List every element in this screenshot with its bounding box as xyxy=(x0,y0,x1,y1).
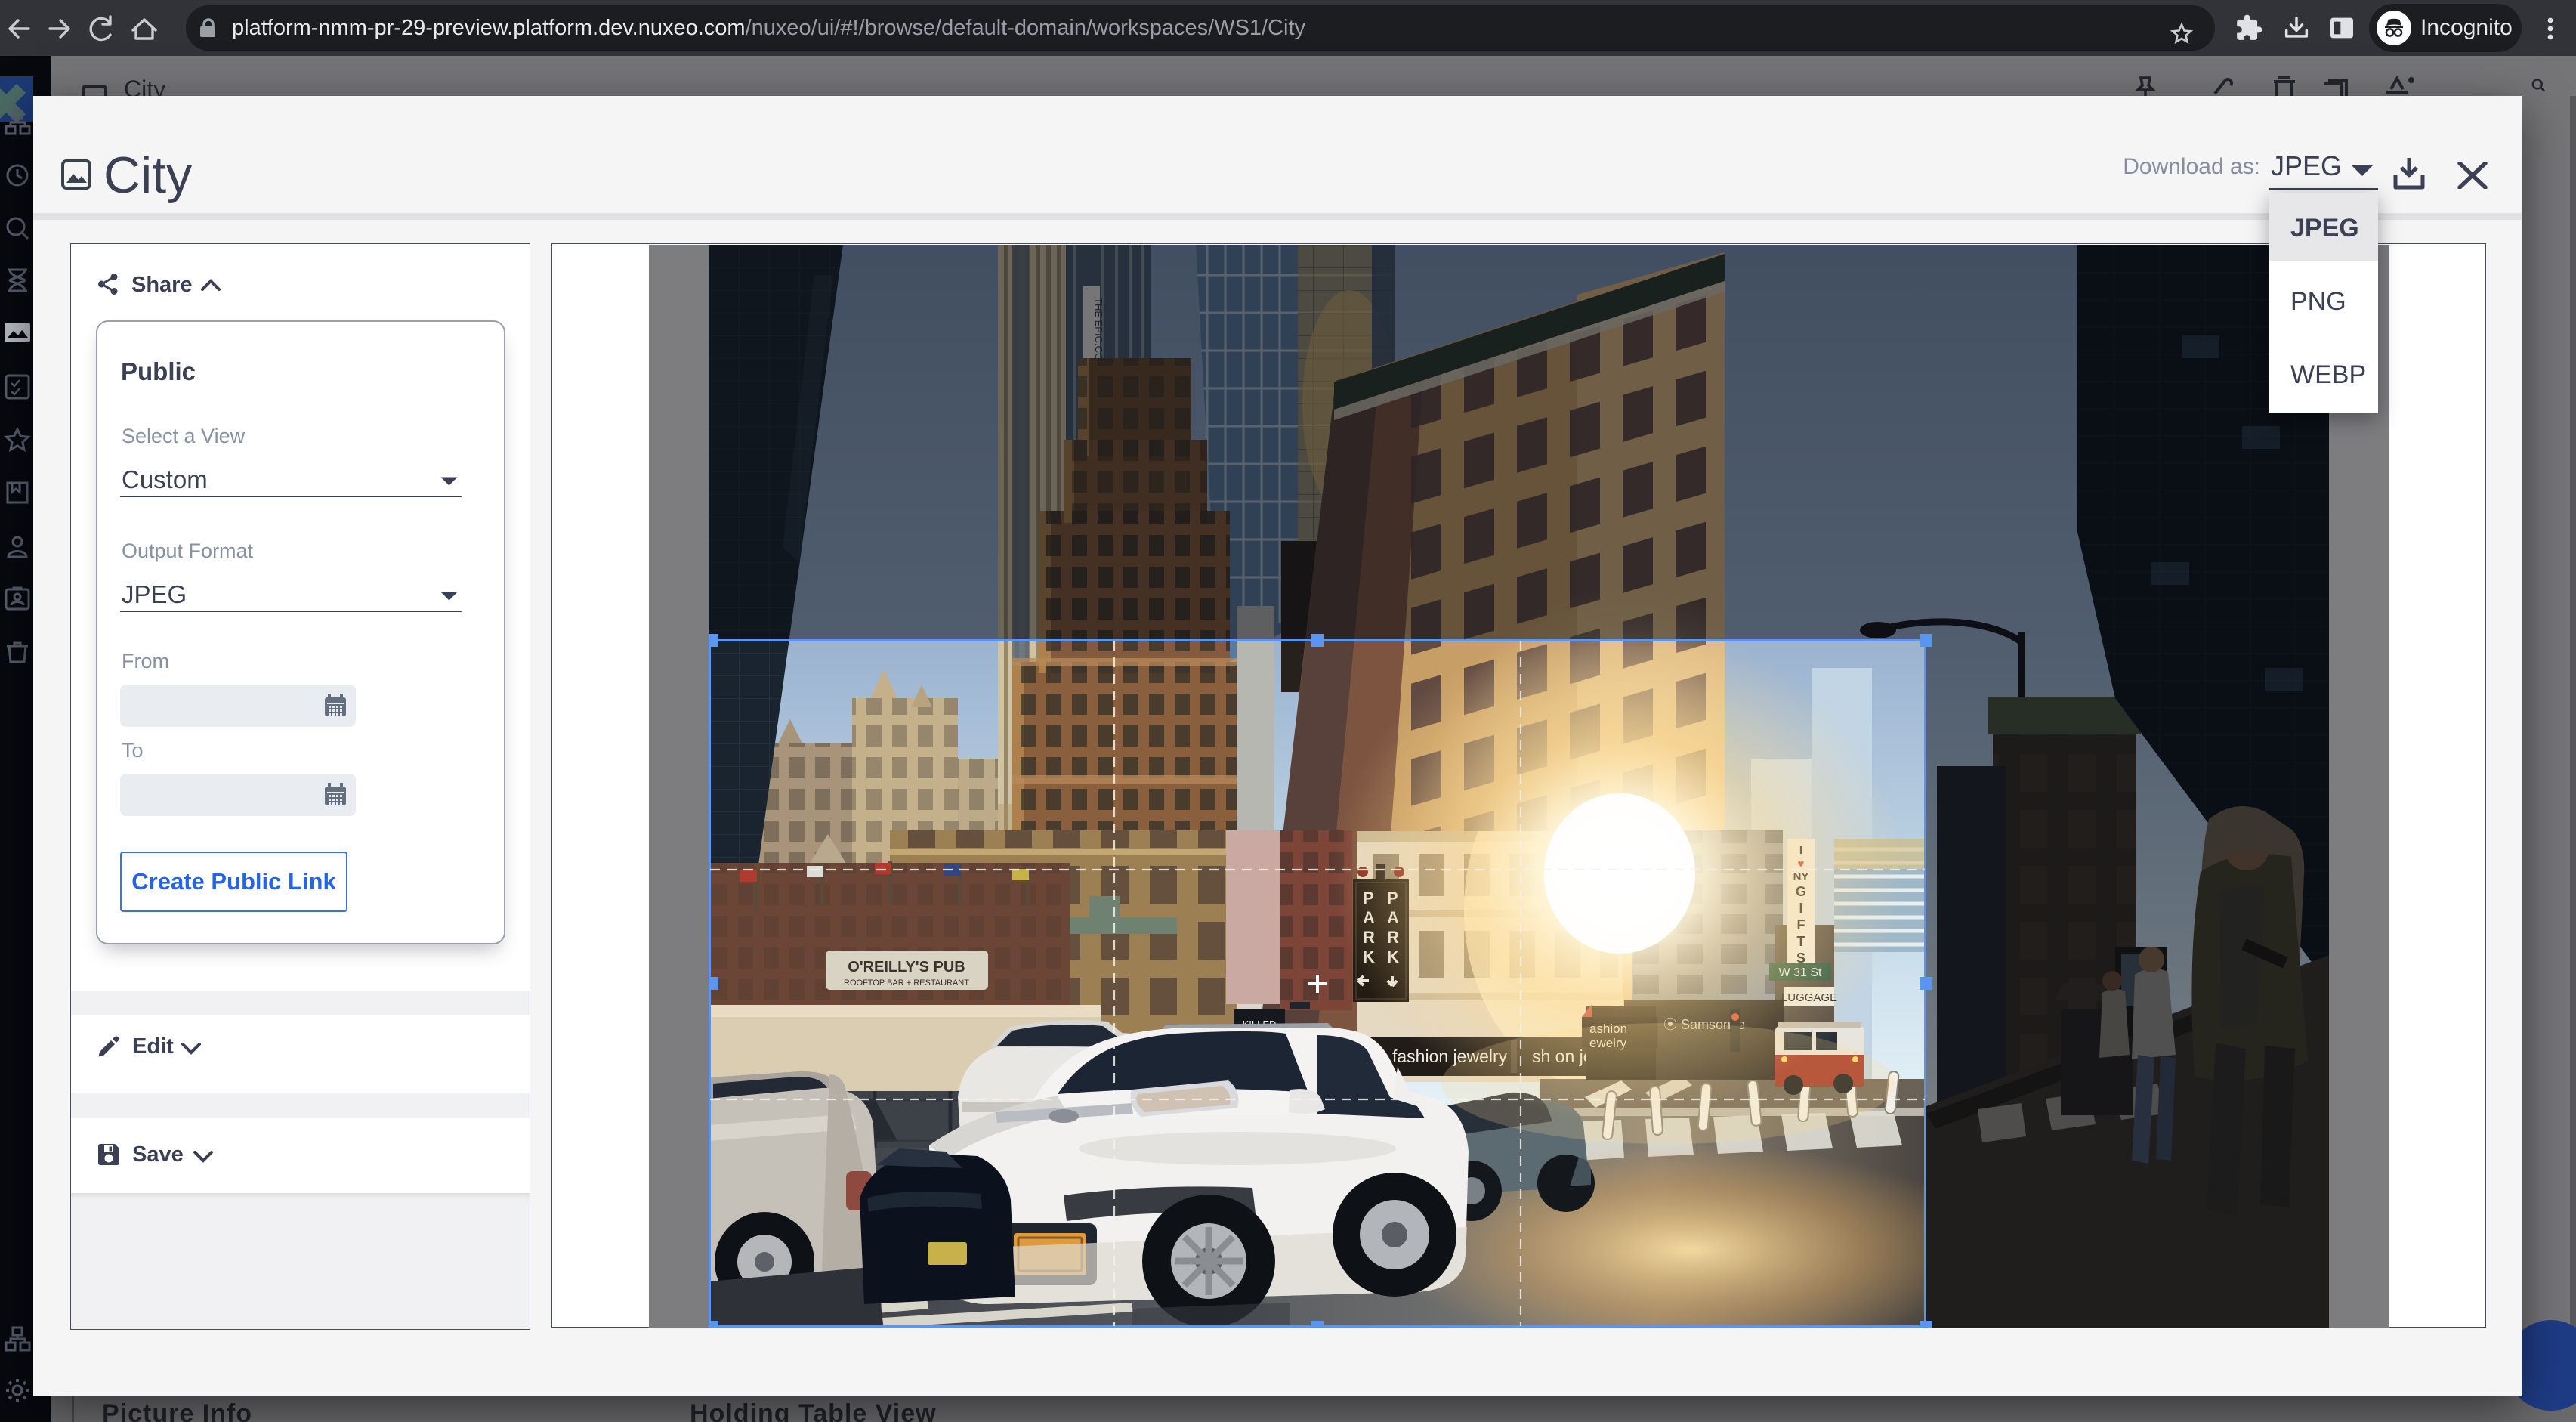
svg-text:O'REILLY'S PUB: O'REILLY'S PUB xyxy=(848,959,965,975)
svg-text:ROOFTOP BAR + RESTAURANT: ROOFTOP BAR + RESTAURANT xyxy=(844,978,969,988)
